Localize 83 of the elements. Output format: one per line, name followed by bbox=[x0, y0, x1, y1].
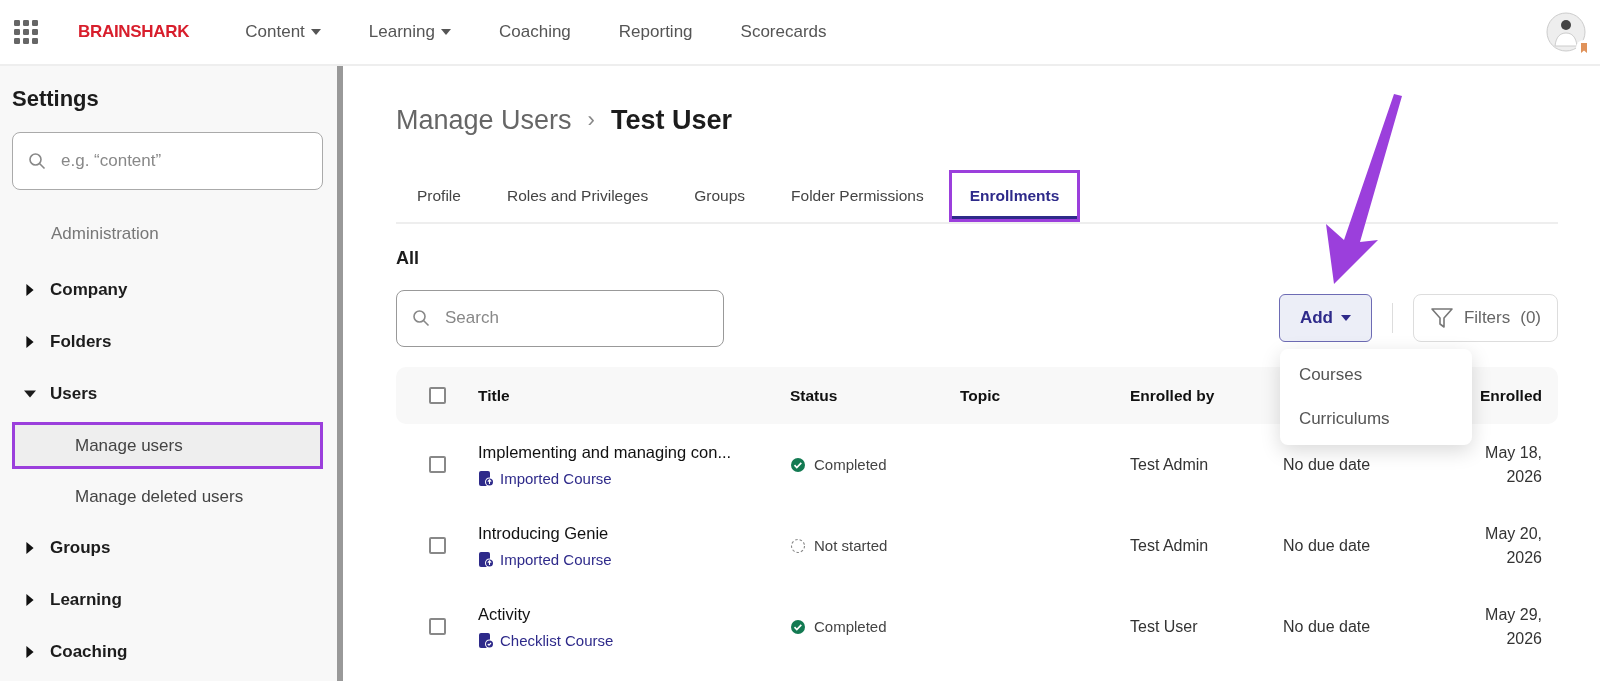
course-title: Introducing Genie bbox=[478, 523, 610, 543]
sidebar-item-label: Coaching bbox=[50, 642, 128, 662]
brand-logo[interactable]: BRAINSHARK bbox=[78, 22, 190, 42]
course-type-link[interactable]: Imported Course bbox=[478, 469, 790, 487]
nav-link[interactable]: Learning bbox=[368, 22, 451, 42]
page-title: Test User bbox=[610, 104, 732, 136]
row-checkbox[interactable] bbox=[428, 537, 446, 554]
checklist-icon bbox=[478, 631, 494, 649]
select-all-checkbox[interactable] bbox=[428, 387, 446, 404]
menu-item[interactable]: Courses bbox=[1279, 353, 1472, 397]
nav-link[interactable]: Coaching bbox=[499, 22, 571, 42]
sidebar-item-label: Folders bbox=[50, 332, 112, 352]
table-cell-text: May 20, 2026 bbox=[1484, 523, 1542, 568]
column-header: Enrolled by bbox=[1130, 386, 1216, 405]
table-cell-text: Test User bbox=[1130, 617, 1199, 636]
caret-icon bbox=[1340, 313, 1351, 323]
status-text: Completed bbox=[814, 456, 887, 473]
breadcrumb-link[interactable]: Manage Users bbox=[396, 104, 572, 136]
search-icon bbox=[28, 152, 46, 170]
column-header: Status bbox=[790, 386, 839, 405]
tab[interactable]: Roles and Privileges bbox=[485, 170, 670, 222]
row-checkbox[interactable] bbox=[428, 456, 446, 473]
table-cell-text: May 29, 2026 bbox=[1484, 604, 1542, 649]
table-cell-text: No due date bbox=[1283, 617, 1372, 636]
sidebar-item[interactable]: Users bbox=[12, 368, 323, 420]
upload-icon bbox=[478, 550, 494, 568]
tab[interactable]: Enrollments bbox=[948, 170, 1081, 222]
sidebar-item[interactable]: Folders bbox=[12, 316, 323, 368]
search-field[interactable]: Search bbox=[396, 289, 724, 347]
filter-label: All bbox=[396, 248, 420, 269]
caret-right-icon bbox=[24, 594, 36, 606]
dashed-circle-icon bbox=[790, 537, 806, 554]
filter-icon bbox=[1429, 306, 1454, 330]
sidebar-item[interactable]: Learning bbox=[12, 574, 323, 626]
sidebar-subitem[interactable]: Manage deleted users bbox=[12, 473, 323, 520]
avatar[interactable] bbox=[1546, 12, 1586, 52]
row-checkbox[interactable] bbox=[428, 618, 446, 635]
breadcrumb-separator: › bbox=[587, 107, 595, 133]
sidebar-item[interactable]: Company bbox=[12, 264, 323, 316]
sidebar-subitem[interactable]: Manage users bbox=[12, 422, 323, 469]
table-cell-text: No due date bbox=[1283, 455, 1372, 474]
sidebar-item[interactable]: Coaching bbox=[12, 626, 323, 678]
sidebar-item[interactable]: Groups bbox=[12, 522, 323, 574]
column-header: Enrolled bbox=[1479, 385, 1542, 406]
caret-right-icon bbox=[24, 542, 36, 554]
course-type-link[interactable]: Imported Course bbox=[478, 550, 790, 568]
upload-icon bbox=[478, 469, 494, 487]
tab[interactable]: Profile bbox=[396, 170, 482, 222]
caret-icon bbox=[310, 27, 321, 37]
nav-link[interactable]: Reporting bbox=[618, 22, 693, 42]
table-cell-text: Test Admin bbox=[1130, 455, 1210, 474]
course-type-link[interactable]: Checklist Course bbox=[478, 631, 790, 649]
caret-icon bbox=[441, 27, 451, 37]
nav-link[interactable]: Content bbox=[245, 22, 321, 42]
table-cell-text: Test Admin bbox=[1130, 536, 1210, 555]
settings-search-field[interactable]: e.g. “content” bbox=[12, 132, 323, 190]
course-title: Activity bbox=[478, 604, 532, 624]
caret-right-icon bbox=[24, 284, 36, 296]
course-title: Implementing and managing con... bbox=[478, 442, 733, 462]
caret-right-icon bbox=[24, 336, 36, 348]
column-header: Title bbox=[478, 386, 511, 405]
sidebar-item-label: Company bbox=[50, 280, 128, 300]
sidebar-item-label: Learning bbox=[50, 590, 122, 610]
sidebar-title: Settings bbox=[12, 86, 100, 112]
check-circle-icon bbox=[790, 456, 806, 473]
search-icon bbox=[412, 309, 430, 327]
nav-link[interactable]: Scorecards bbox=[740, 22, 827, 42]
check-circle-icon bbox=[790, 618, 806, 635]
table-cell-text: No due date bbox=[1283, 536, 1372, 555]
app-grid-icon[interactable] bbox=[14, 20, 38, 44]
column-header: Topic bbox=[960, 386, 1002, 405]
caret-down-icon bbox=[24, 388, 36, 400]
sidebar-item-label: Users bbox=[50, 384, 98, 404]
filters-button[interactable]: Filters (0) bbox=[1412, 294, 1558, 342]
caret-right-icon bbox=[24, 646, 36, 658]
status-text: Completed bbox=[814, 618, 887, 635]
table-cell-text: May 18, 2026 bbox=[1484, 442, 1542, 487]
tab[interactable]: Folder Permissions bbox=[770, 170, 945, 222]
status-text: Not started bbox=[814, 537, 888, 554]
section-label: Administration bbox=[50, 223, 160, 245]
sidebar-item-label: Groups bbox=[50, 538, 111, 558]
menu-item[interactable]: Curriculums bbox=[1279, 397, 1472, 441]
tab[interactable]: Groups bbox=[673, 170, 767, 222]
